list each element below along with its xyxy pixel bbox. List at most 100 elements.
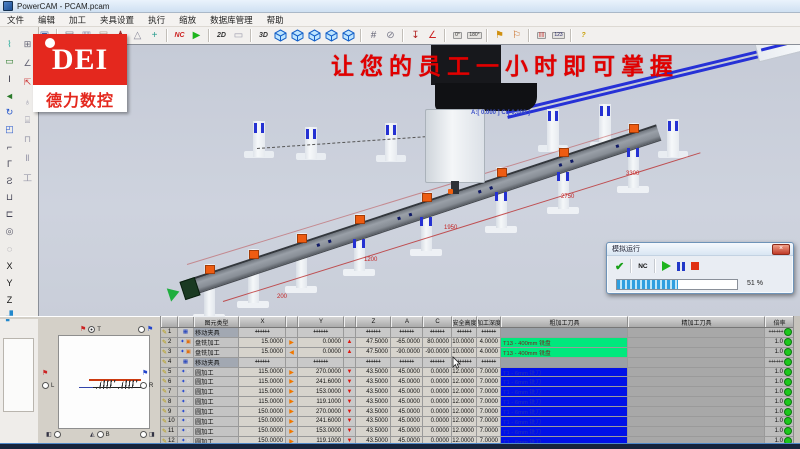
cell-y[interactable]: 270.0000 [298,407,344,416]
cell-z[interactable]: 43.5000 [356,397,391,406]
cell-c[interactable]: 0.0000 [423,368,452,377]
deg180-icon[interactable]: 180° [466,28,483,43]
cell-z[interactable]: 43.5000 [356,407,391,416]
tool-vertical-icon[interactable]: ↧ [407,28,424,43]
cell-x[interactable]: 150.0000 [239,407,286,416]
cell-rough-tool[interactable]: T1 - 6mm 铣刀 [501,368,628,377]
deg0-icon[interactable]: 0° [449,28,466,43]
pause-icon[interactable] [677,262,685,271]
cell-a[interactable]: 45.0000 [391,417,423,426]
cell-depth[interactable]: 7.0000 [477,397,501,406]
column-header-xa[interactable] [286,316,298,327]
cell-rough-tool[interactable]: T13 - 400mm 铣盘 [501,348,628,357]
cell-rough-tool[interactable]: T1 - 6mm 铣刀 [501,377,628,386]
cell-c[interactable]: -90.0000 [423,348,452,357]
cell-rate[interactable]: 1.0 [765,377,794,386]
cell-type[interactable]: 盘铣加工 [194,348,239,357]
zoom-out-icon[interactable]: ◌ [1,240,18,257]
table-row[interactable]: ✎4▦移动夹具+++++++++++++++++++++++++++++++++… [161,358,800,368]
menu-item[interactable]: 加工 [62,13,93,26]
cell-finish-tool[interactable] [628,387,765,396]
cell-rough-tool[interactable]: T13 - 400mm 铣盘 [501,338,628,347]
column-header-c[interactable]: C [423,316,452,327]
cell-z[interactable]: 47.5000 [356,338,391,347]
snap-icon[interactable]: ⊘ [382,28,399,43]
menu-item[interactable]: 帮助 [260,13,291,26]
zoom-in-icon[interactable]: ◎ [1,223,18,240]
cell-rownum[interactable]: ✎1 [161,328,178,337]
column-header-rate[interactable]: 倍率 [765,316,794,327]
close-icon[interactable]: × [772,244,790,255]
column-header-y[interactable]: Y [298,316,344,327]
cell-c[interactable]: 0.0000 [423,427,452,436]
cell-a[interactable]: 45.0000 [391,387,423,396]
cell-depth[interactable]: 4.0000 [477,348,501,357]
cube-view-icon-top[interactable] [323,28,340,43]
cell-rough-tool[interactable] [501,328,628,337]
cell-y[interactable]: 153.0000 [298,387,344,396]
cell-x[interactable]: 15.0000 [239,338,286,347]
cell-z[interactable]: ++++++ [356,358,391,367]
menu-item[interactable]: 缩放 [172,13,203,26]
table-row[interactable]: ✎5✦○圆加工115.0000▶270.0000▼43.500045.00000… [161,368,800,378]
cell-rownum[interactable]: ✎3 [161,348,178,357]
cell-x[interactable]: 150.0000 [239,417,286,426]
cell-x[interactable]: 115.0000 [239,377,286,386]
table-scrollbar[interactable] [793,316,800,443]
cell-a[interactable]: ++++++ [391,358,423,367]
cell-rough-tool[interactable] [501,358,628,367]
frame-icon[interactable]: ▭ [230,28,247,43]
cell-depth[interactable]: 7.0000 [477,417,501,426]
cell-a[interactable]: 45.0000 [391,377,423,386]
cell-type[interactable]: 圆加工 [194,417,239,426]
cell-a[interactable]: ++++++ [391,328,423,337]
cell-z[interactable]: ++++++ [356,328,391,337]
cell-finish-tool[interactable] [628,328,765,337]
cell-y[interactable]: 153.0000 [298,427,344,436]
radio-right[interactable]: R [140,382,153,389]
profile-c-icon[interactable]: ⊏ [1,206,18,223]
column-header-num[interactable] [161,316,178,327]
cell-rough-tool[interactable]: T1 - 6mm 铣刀 [501,417,628,426]
view-3d-icon[interactable]: 3D [255,28,272,43]
polyline-icon[interactable]: ⌇ [1,36,18,53]
rotate-icon[interactable]: ↻ [1,104,18,121]
flag-triangle-icon[interactable]: ◄ [1,87,18,104]
cell-safe[interactable]: 12.0000 [452,377,477,386]
cell-x[interactable]: 115.0000 [239,368,286,377]
cell-depth[interactable]: 4.0000 [477,338,501,347]
radio-left[interactable]: L [42,382,54,389]
cell-type[interactable]: 圆加工 [194,368,239,377]
cell-z[interactable]: 43.5000 [356,417,391,426]
cell-z[interactable]: 43.5000 [356,387,391,396]
cell-depth[interactable]: 7.0000 [477,427,501,436]
cell-rownum[interactable]: ✎7 [161,387,178,396]
column-header-tool1[interactable]: 粗加工刀具 [501,316,628,327]
menu-item[interactable]: 数据库管理 [203,13,260,26]
run-icon[interactable]: ▶ [188,28,205,43]
viewport-3d[interactable]: 让您的员工一小时即可掌握 A:[ 0.000 ] C:[ 0.000 ] [38,44,800,317]
cell-depth[interactable]: ++++++ [477,328,501,337]
cell-rownum[interactable]: ✎9 [161,407,178,416]
cell-safe[interactable]: 12.0000 [452,407,477,416]
cube-view-icon-side[interactable] [306,28,323,43]
cell-rate[interactable]: 1.0 [765,348,794,357]
cell-x[interactable]: ++++++ [239,328,286,337]
menu-item[interactable]: 执行 [141,13,172,26]
cell-rate[interactable]: ++++++ [765,328,794,337]
column-header-type[interactable]: 图元类型 [194,316,239,327]
cell-type[interactable]: 圆加工 [194,397,239,406]
cell-depth[interactable]: 7.0000 [477,387,501,396]
x-axis-icon[interactable]: X [1,257,18,274]
cell-z[interactable]: 43.5000 [356,368,391,377]
cell-finish-tool[interactable] [628,368,765,377]
radio-bottom[interactable]: ◭B [90,431,110,438]
cell-c[interactable]: 0.0000 [423,377,452,386]
table-row[interactable]: ✎10✦○圆加工150.0000▶241.6000▼43.500045.0000… [161,417,800,427]
cell-x[interactable]: 15.0000 [239,348,286,357]
cell-c[interactable]: 0.0000 [423,407,452,416]
cell-z[interactable]: 43.5000 [356,427,391,436]
y-axis-icon[interactable]: Y [1,274,18,291]
mirror-icon[interactable]: △ [129,28,146,43]
cube-view-icon-iso[interactable] [272,28,289,43]
